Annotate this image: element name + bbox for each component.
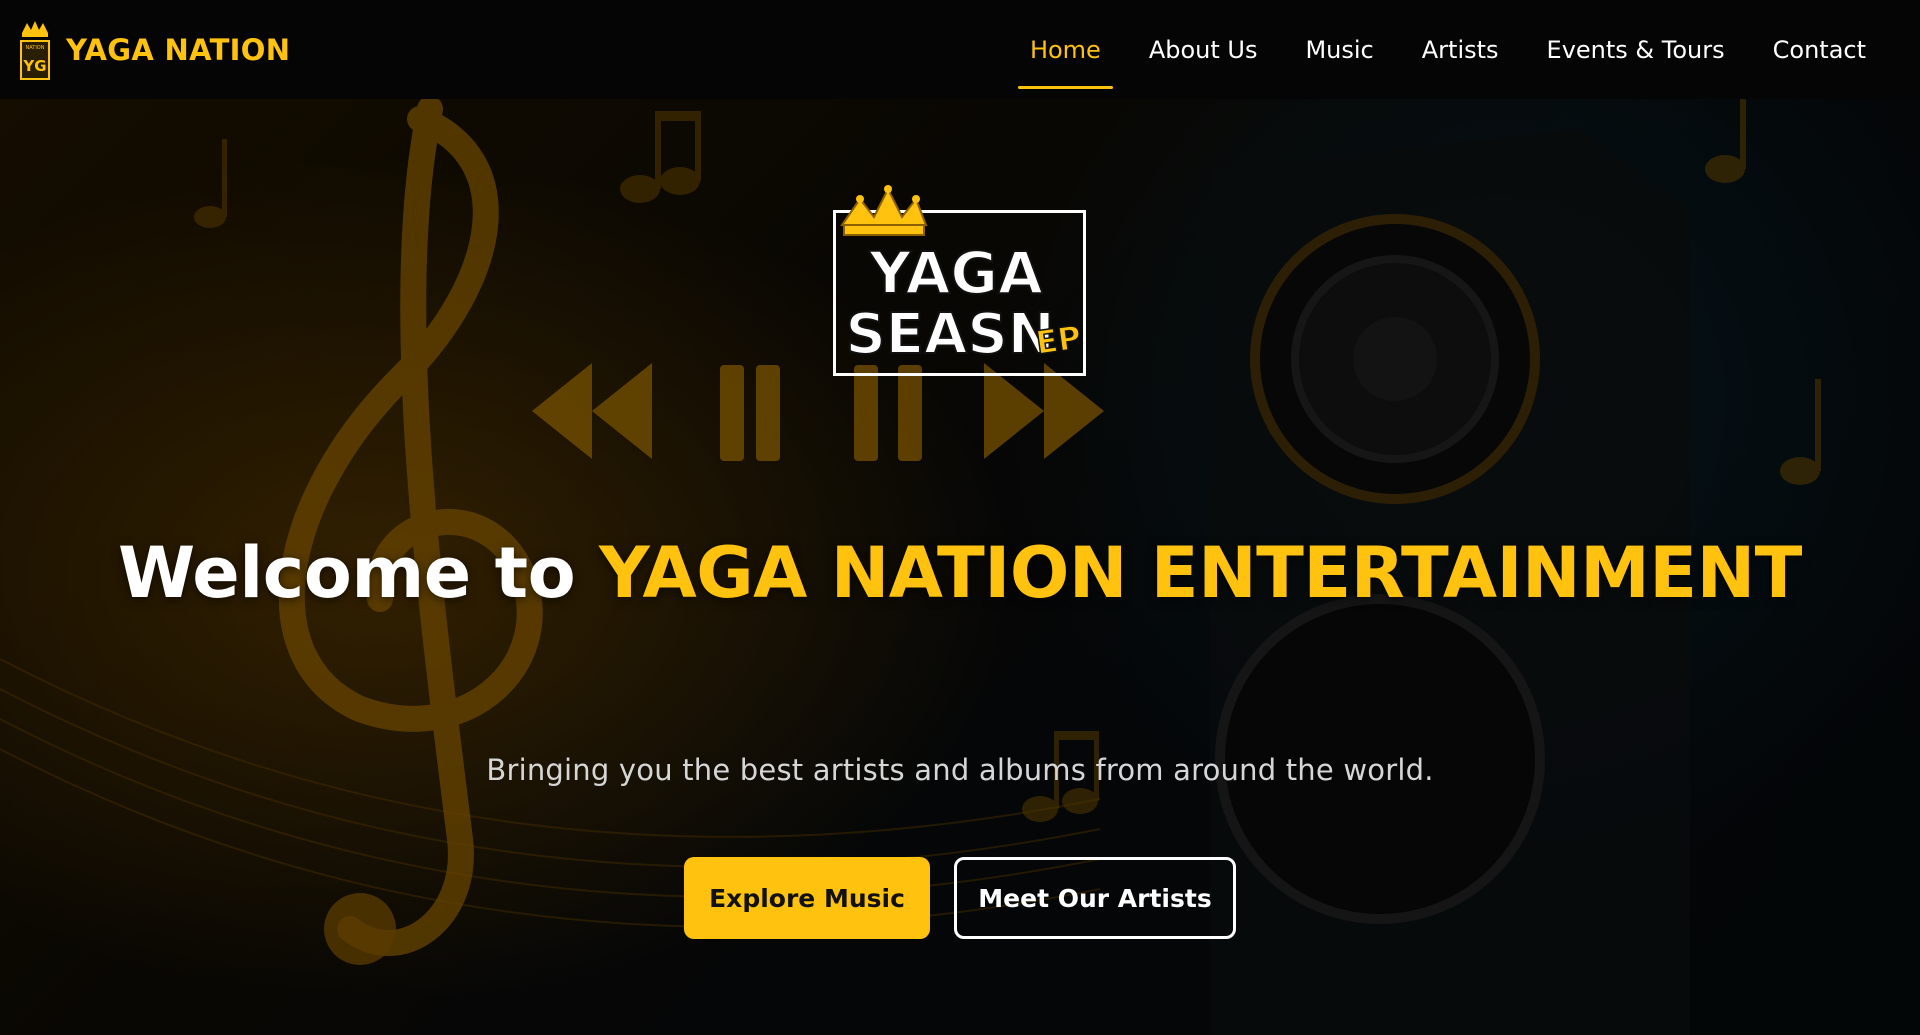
hero-subtitle: Bringing you the best artists and albums… (486, 753, 1434, 787)
svg-text:EP: EP (1033, 318, 1083, 362)
svg-text:YG: YG (22, 57, 46, 75)
svg-text:NATION: NATION (26, 45, 45, 51)
meet-our-artists-button[interactable]: Meet Our Artists (954, 857, 1236, 939)
crown-yg-logo-icon: NATION YG (18, 19, 52, 81)
hero-title: Welcome to YAGA NATION ENTERTAINMENT (0, 529, 1920, 617)
nav-links: Home About Us Music Artists Events & Tou… (1006, 0, 1890, 99)
nav-about-us[interactable]: About Us (1125, 0, 1282, 99)
hero-section: YAGA SEASN EP Welcome to YAGA NATION ENT… (0, 99, 1920, 1035)
hero-title-accent: YAGA NATION ENTERTAINMENT (599, 532, 1802, 614)
nav-events-tours[interactable]: Events & Tours (1523, 0, 1749, 99)
crown-icon (840, 185, 928, 236)
nav-music[interactable]: Music (1281, 0, 1397, 99)
nav-contact[interactable]: Contact (1749, 0, 1890, 99)
album-logo: YAGA SEASN EP (833, 185, 1086, 376)
explore-music-button[interactable]: Explore Music (684, 857, 930, 939)
nav-home[interactable]: Home (1006, 0, 1125, 99)
hero-title-prefix: Welcome to (118, 532, 600, 614)
brand[interactable]: NATION YG YAGA NATION (18, 19, 290, 81)
svg-text:YAGA: YAGA (868, 239, 1043, 307)
svg-text:SEASN: SEASN (845, 302, 1054, 367)
top-navbar: NATION YG YAGA NATION Home About Us Musi… (0, 0, 1920, 99)
nav-artists[interactable]: Artists (1398, 0, 1523, 99)
brand-name: YAGA NATION (66, 32, 291, 67)
